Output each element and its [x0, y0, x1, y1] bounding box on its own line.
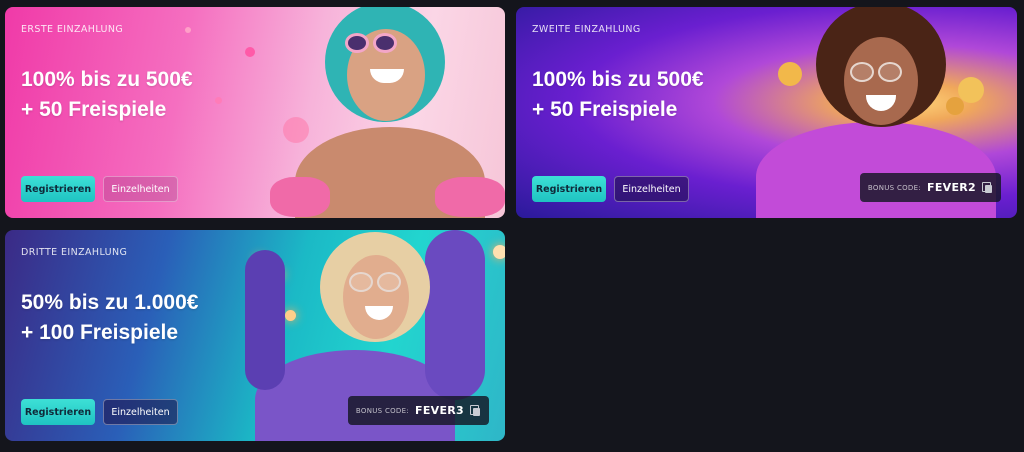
- copy-icon[interactable]: [470, 405, 481, 416]
- bonus-code-copy[interactable]: BONUS CODE: FEVER3: [347, 396, 489, 425]
- register-button[interactable]: Registrieren: [532, 176, 606, 202]
- card-headline: 100% bis zu 500€ + 50 Freispiele: [21, 65, 193, 125]
- details-button[interactable]: Einzelheiten: [103, 399, 178, 425]
- headline-line-1: 100% bis zu 500€: [532, 68, 704, 91]
- promo-photo-woman-teal-hair: [185, 7, 505, 218]
- headline-line-2: + 50 Freispiele: [21, 98, 167, 121]
- card-eyebrow: DRITTE EINZAHLUNG: [21, 247, 128, 258]
- copy-icon[interactable]: [982, 182, 993, 193]
- headline-line-1: 100% bis zu 500€: [21, 68, 193, 91]
- bonus-code-label: BONUS CODE:: [355, 406, 410, 415]
- bonus-code-value: FEVER3: [415, 404, 464, 417]
- details-button[interactable]: Einzelheiten: [103, 176, 178, 202]
- bonus-code-value: FEVER2: [927, 181, 976, 194]
- register-button[interactable]: Registrieren: [21, 176, 95, 202]
- headline-line-2: + 100 Freispiele: [21, 321, 179, 344]
- register-button[interactable]: Registrieren: [21, 399, 95, 425]
- bonus-card-third-deposit: DRITTE EINZAHLUNG 50% bis zu 1.000€ + 10…: [5, 230, 505, 441]
- bonus-card-first-deposit: ERSTE EINZAHLUNG 100% bis zu 500€ + 50 F…: [5, 7, 505, 218]
- details-button[interactable]: Einzelheiten: [614, 176, 689, 202]
- headline-line-2: + 50 Freispiele: [532, 98, 678, 121]
- headline-line-1: 50% bis zu 1.000€: [21, 291, 199, 314]
- bonus-card-second-deposit: ZWEITE EINZAHLUNG 100% bis zu 500€ + 50 …: [516, 7, 1017, 218]
- bonus-code-label: BONUS CODE:: [867, 183, 922, 192]
- card-eyebrow: ZWEITE EINZAHLUNG: [532, 24, 641, 35]
- card-headline: 100% bis zu 500€ + 50 Freispiele: [532, 65, 704, 125]
- card-eyebrow: ERSTE EINZAHLUNG: [21, 24, 124, 35]
- card-headline: 50% bis zu 1.000€ + 100 Freispiele: [21, 288, 198, 348]
- bonus-code-copy[interactable]: BONUS CODE: FEVER2: [859, 173, 1001, 202]
